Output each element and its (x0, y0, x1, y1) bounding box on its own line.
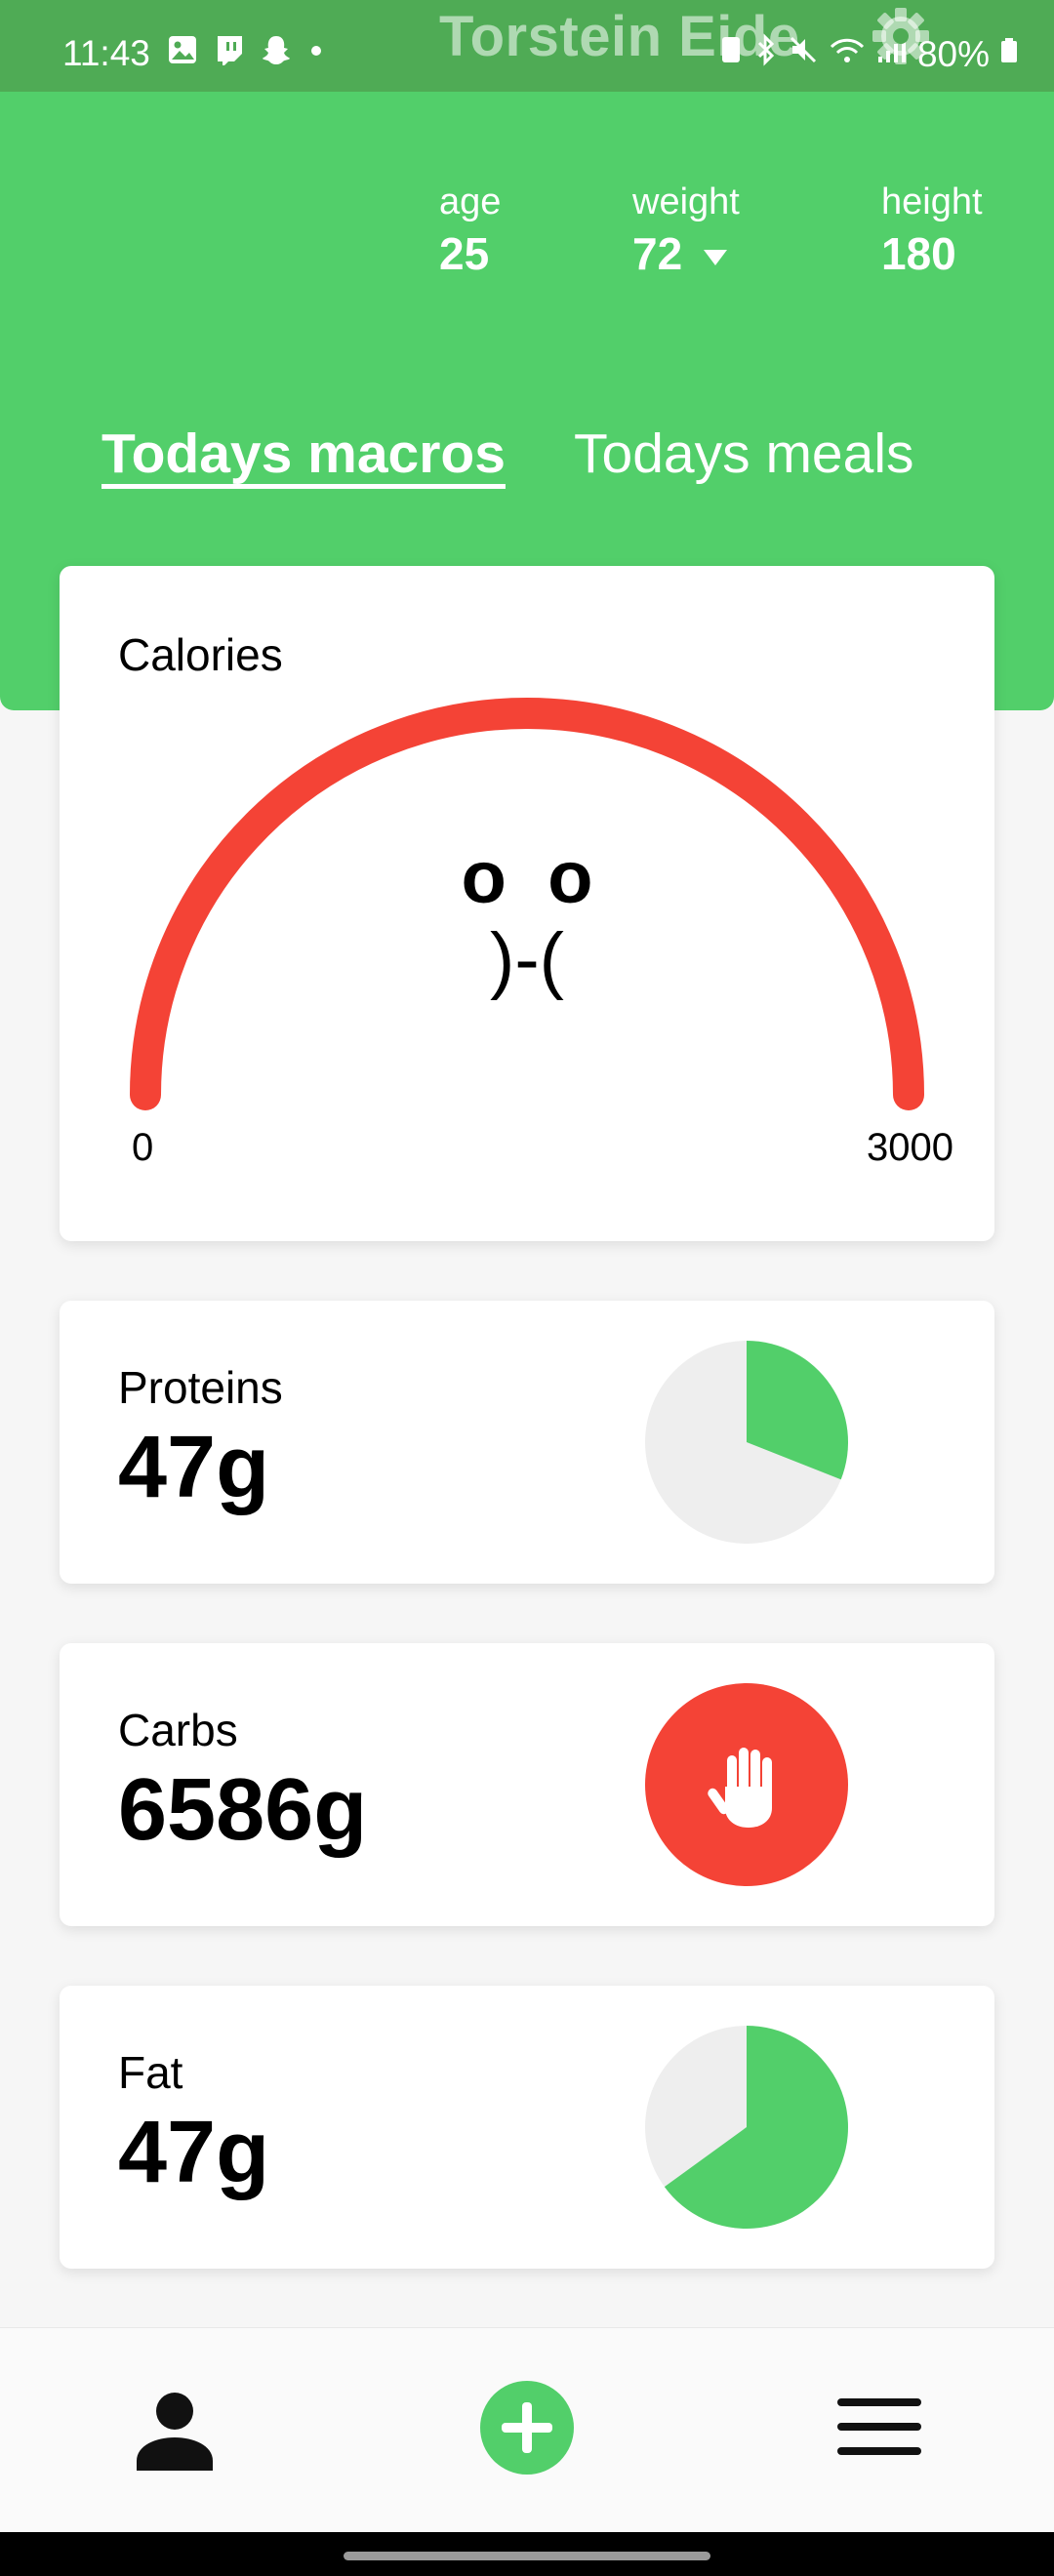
bottom-nav (0, 2327, 1054, 2533)
menu-icon[interactable] (835, 2393, 923, 2466)
battery-icon (999, 33, 1019, 75)
system-gesture-bar (0, 2532, 1054, 2576)
face-eyes: o o (461, 836, 593, 919)
carbs-label: Carbs (118, 1705, 238, 1755)
notification-icons (166, 33, 326, 71)
dot-icon (306, 33, 326, 71)
profile-icon[interactable] (133, 2391, 217, 2477)
carbs-card: Carbs 6586g (60, 1643, 994, 1926)
fat-pie (645, 2026, 848, 2229)
weight-value-row[interactable]: 72 (632, 227, 740, 280)
gauge-max-label: 3000 (867, 1126, 953, 1169)
gallery-icon (166, 33, 199, 71)
face-mouth: )-( (490, 918, 564, 1001)
settings-gear-icon[interactable] (867, 2, 935, 75)
status-time: 11:43 (62, 33, 150, 73)
fat-card: Fat 47g (60, 1986, 994, 2269)
weight-label: weight (632, 181, 740, 222)
user-name: Torstein Eide (439, 5, 800, 68)
snapchat-icon (260, 33, 293, 71)
carbs-value: 6586g (118, 1761, 368, 1859)
age-label: age (439, 181, 502, 222)
sad-face-emoticon: o o )-( (381, 837, 673, 1001)
proteins-card: Proteins 47g (60, 1301, 994, 1584)
dropdown-arrow-icon[interactable] (701, 246, 730, 269)
tab-todays-macros[interactable]: Todays macros (101, 422, 506, 486)
age-value: 25 (439, 228, 490, 279)
height-stat: height 180 (881, 181, 983, 280)
proteins-value: 47g (118, 1419, 270, 1516)
height-label: height (881, 181, 983, 222)
calories-card: Calories o o )-( 0 3000 (60, 566, 994, 1241)
carbs-over-limit-indicator (645, 1683, 848, 1886)
status-bar: 11:43 80% Torstein Eide (0, 0, 1054, 92)
twitch-icon (213, 33, 246, 71)
tab-todays-meals[interactable]: Todays meals (574, 422, 914, 486)
weight-value: 72 (632, 228, 683, 279)
proteins-label: Proteins (118, 1362, 283, 1413)
gauge-min-label: 0 (132, 1126, 154, 1169)
age-stat: age 25 (439, 181, 501, 280)
wifi-icon (828, 33, 867, 75)
fat-value: 47g (118, 2104, 270, 2201)
height-value: 180 (881, 228, 956, 279)
weight-stat[interactable]: weight 72 (632, 181, 740, 280)
proteins-pie (645, 1341, 849, 1544)
fat-label: Fat (118, 2047, 183, 2098)
add-icon[interactable] (478, 2379, 576, 2481)
home-handle[interactable] (344, 2552, 710, 2560)
